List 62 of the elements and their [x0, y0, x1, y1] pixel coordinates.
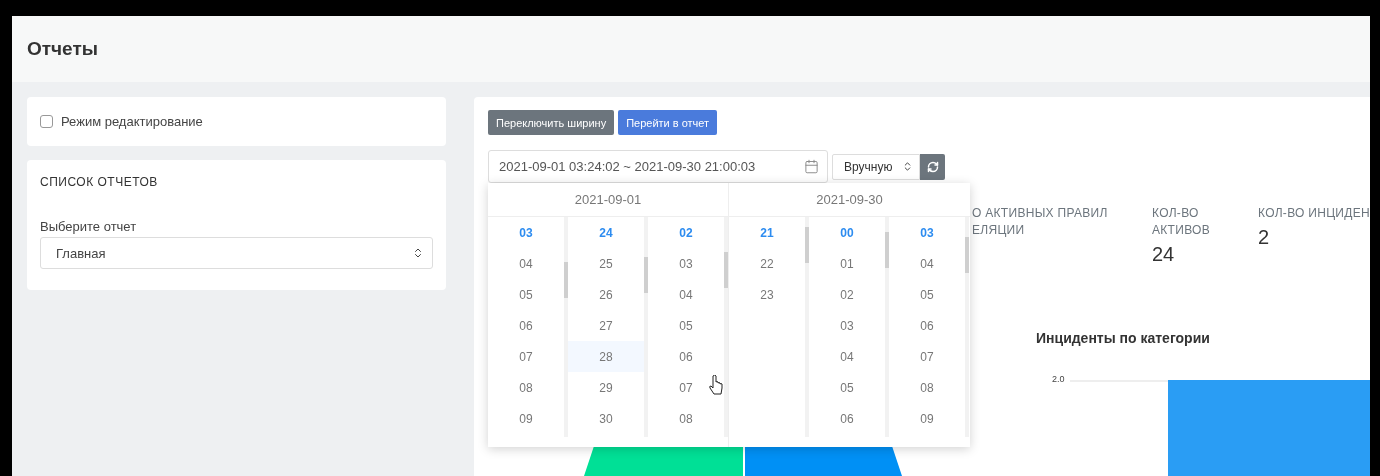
- time-option[interactable]: 05: [889, 279, 965, 310]
- time-option[interactable]: 05: [488, 279, 564, 310]
- time-option[interactable]: 03: [648, 248, 724, 279]
- refresh-button[interactable]: [920, 153, 945, 180]
- time-option[interactable]: 08: [889, 372, 965, 403]
- checkbox-icon[interactable]: [40, 115, 53, 128]
- time-option[interactable]: 03: [488, 217, 564, 248]
- report-select[interactable]: Главная: [40, 237, 433, 269]
- time-option[interactable]: 08: [488, 372, 564, 403]
- time-option[interactable]: 21: [729, 217, 805, 248]
- time-option[interactable]: 22: [729, 248, 805, 279]
- toolbar-button[interactable]: Переключить ширину: [488, 110, 615, 135]
- axis-tick-label: 2.0: [1052, 374, 1066, 384]
- time-option[interactable]: 06: [809, 403, 885, 434]
- time-option[interactable]: 05: [648, 310, 724, 341]
- page-title: Отчеты: [27, 38, 98, 60]
- stat-label: О АКТИВНЫХ ПРАВИЛ ЕЛЯЦИИ: [972, 205, 1109, 239]
- time-option[interactable]: 04: [809, 341, 885, 372]
- refresh-icon: [926, 160, 939, 173]
- time-option[interactable]: 27: [568, 310, 644, 341]
- time-option[interactable]: 00: [809, 217, 885, 248]
- time-option[interactable]: 23: [729, 279, 805, 310]
- stat-value: 2: [1258, 226, 1271, 249]
- time-option[interactable]: 04: [889, 248, 965, 279]
- time-option[interactable]: 07: [648, 372, 724, 403]
- time-option[interactable]: 09: [488, 403, 564, 434]
- stat-label: КОЛ-ВО АКТИВОВ: [1152, 205, 1211, 239]
- time-option[interactable]: 04: [648, 279, 724, 310]
- time-option[interactable]: 06: [648, 341, 724, 372]
- time-option[interactable]: 03: [809, 310, 885, 341]
- time-option[interactable]: 08: [648, 403, 724, 434]
- time-option[interactable]: 28: [568, 341, 644, 372]
- stat-value: 24: [1152, 243, 1176, 266]
- pane-date: 2021-09-01: [574, 192, 642, 207]
- time-option[interactable]: 26: [568, 279, 644, 310]
- time-option[interactable]: 02: [809, 279, 885, 310]
- time-option[interactable]: 05: [809, 372, 885, 403]
- stat-label: КОЛ-ВО ИНЦИДЕН: [1258, 205, 1370, 222]
- toolbar-button[interactable]: Перейти в отчет: [618, 110, 718, 135]
- checkbox-label: Режим редактирование: [61, 114, 203, 129]
- field-label: Выберите отчет: [40, 219, 138, 234]
- time-option[interactable]: 29: [568, 372, 644, 403]
- time-option[interactable]: 07: [488, 341, 564, 372]
- time-option[interactable]: 03: [889, 217, 965, 248]
- time-option[interactable]: 07: [889, 341, 965, 372]
- updown-caret-icon: [412, 247, 424, 259]
- time-option[interactable]: 01: [809, 248, 885, 279]
- time-option[interactable]: 02: [648, 217, 724, 248]
- time-option[interactable]: 06: [889, 310, 965, 341]
- time-option[interactable]: 04: [488, 248, 564, 279]
- date-range-field[interactable]: 2021-09-01 03:24:02 ~ 2021-09-30 21:00:03: [488, 150, 828, 183]
- mode-select[interactable]: Вручную: [832, 153, 920, 180]
- pane-date: 2021-09-30: [816, 192, 883, 207]
- updown-caret-icon: [902, 161, 913, 172]
- calendar-icon: [804, 159, 819, 174]
- time-option[interactable]: 09: [889, 403, 965, 434]
- time-option[interactable]: 30: [568, 403, 644, 434]
- time-option[interactable]: 24: [568, 217, 644, 248]
- time-option[interactable]: 06: [488, 310, 564, 341]
- chart-title: Инциденты по категории: [1036, 330, 1211, 346]
- time-option[interactable]: 25: [568, 248, 644, 279]
- card-heading: СПИСОК ОТЧЕТОВ: [40, 175, 159, 189]
